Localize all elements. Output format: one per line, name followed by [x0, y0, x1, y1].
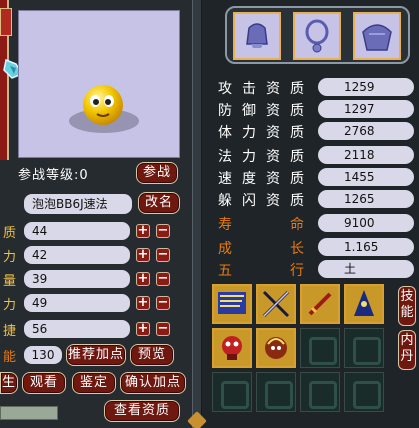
rename-button[interactable]: 改名: [138, 192, 180, 214]
attack-aptitude-label: 攻击资质: [218, 81, 314, 97]
growth-label-1: 成: [218, 241, 232, 257]
battle-level-label: 参战等级:0: [18, 168, 89, 183]
tab-inner-core[interactable]: 内丹: [398, 330, 416, 370]
attr-field: 44: [24, 222, 130, 240]
appraise-button[interactable]: 鉴定: [72, 372, 116, 394]
window-edge-cap: [0, 8, 12, 36]
skill-slot[interactable]: [344, 284, 384, 324]
plus-button[interactable]: +: [136, 272, 150, 286]
panel-divider: [192, 0, 202, 428]
attr-label: 量: [2, 274, 16, 289]
element-value: 土: [318, 260, 414, 278]
empty-skill-slot[interactable]: [300, 372, 340, 412]
element-label-1: 五: [218, 263, 232, 279]
empty-skill-slot[interactable]: [212, 372, 252, 412]
defense-aptitude-value: 1297: [318, 100, 414, 118]
empty-skill-slot[interactable]: [344, 328, 384, 368]
attr-label: 力: [2, 298, 16, 313]
points-field: 130: [24, 346, 62, 364]
attack-aptitude-value: 1259: [318, 78, 414, 96]
element-label-2: 行: [290, 263, 304, 279]
plus-button[interactable]: +: [136, 296, 150, 310]
helmet-icon: [246, 23, 268, 48]
skull-icon: [222, 336, 242, 360]
attr-label: 力: [2, 250, 16, 265]
equipment-frame: [225, 6, 410, 64]
spirit-head-icon: [265, 337, 287, 359]
empty-skill-slot[interactable]: [300, 328, 340, 368]
plus-button[interactable]: +: [136, 248, 150, 262]
points-label: 能: [2, 350, 16, 365]
bottom-input[interactable]: [0, 406, 58, 420]
minus-button[interactable]: −: [156, 272, 170, 286]
mana-aptitude-value: 2118: [318, 146, 414, 164]
pet-name-field[interactable]: 泡泡BB6J速法: [24, 194, 132, 214]
preview-button[interactable]: 预览: [130, 344, 174, 366]
minus-button[interactable]: −: [156, 322, 170, 336]
speed-aptitude-label: 速度资质: [218, 171, 314, 187]
recommend-button[interactable]: 推荐加点: [66, 344, 126, 366]
lifespan-value: 9100: [318, 214, 414, 232]
dodge-aptitude-label: 躲闪资质: [218, 193, 314, 209]
skill-slot[interactable]: [212, 328, 252, 368]
skill-slot[interactable]: [300, 284, 340, 324]
mana-aptitude-label: 法力资质: [218, 149, 314, 165]
skill-slot[interactable]: [256, 328, 296, 368]
plus-button[interactable]: +: [136, 224, 150, 238]
stamina-aptitude-value: 2768: [318, 122, 414, 140]
lifespan-label-1: 寿: [218, 217, 232, 233]
skill-grid: [212, 284, 394, 424]
book-skill-icon: [218, 292, 246, 314]
empty-skill-slot[interactable]: [344, 372, 384, 412]
armor-icon: [362, 24, 392, 51]
minus-button[interactable]: −: [156, 224, 170, 238]
equip-slot-helmet[interactable]: [233, 12, 281, 60]
attr-field: 42: [24, 246, 130, 264]
confirm-points-button[interactable]: 确认加点: [120, 372, 186, 394]
stamina-aptitude-label: 体力资质: [218, 125, 314, 141]
battle-button[interactable]: 参战: [136, 162, 178, 184]
lifespan-label-2: 命: [290, 217, 304, 233]
attr-label: 捷: [2, 324, 16, 339]
crossed-blades-icon: [262, 290, 290, 318]
skill-slot[interactable]: [256, 284, 296, 324]
skill-slot[interactable]: [212, 284, 252, 324]
pet-sprite: [83, 85, 123, 125]
release-button[interactable]: 生: [0, 372, 18, 394]
plus-button[interactable]: +: [136, 322, 150, 336]
tab-skills[interactable]: 技能: [398, 286, 416, 326]
attr-field: 56: [24, 320, 130, 338]
equip-slot-armor[interactable]: [353, 12, 401, 60]
dodge-aptitude-value: 1265: [318, 190, 414, 208]
view-aptitude-button[interactable]: 查看资质: [104, 400, 180, 422]
minus-button[interactable]: −: [156, 248, 170, 262]
pet-preview: [18, 10, 180, 158]
defense-aptitude-label: 防御资质: [218, 103, 314, 119]
attr-label: 质: [2, 226, 16, 241]
necklace-icon: [305, 19, 329, 53]
watch-button[interactable]: 观看: [22, 372, 66, 394]
attr-field: 39: [24, 270, 130, 288]
equip-slot-necklace[interactable]: [293, 12, 341, 60]
growth-label-2: 长: [290, 241, 304, 257]
wizard-icon: [354, 290, 374, 316]
growth-value: 1.165: [318, 238, 414, 256]
speed-aptitude-value: 1455: [318, 168, 414, 186]
attr-field: 49: [24, 294, 130, 312]
empty-skill-slot[interactable]: [256, 372, 296, 412]
minus-button[interactable]: −: [156, 296, 170, 310]
sword-skill-icon: [308, 292, 332, 316]
